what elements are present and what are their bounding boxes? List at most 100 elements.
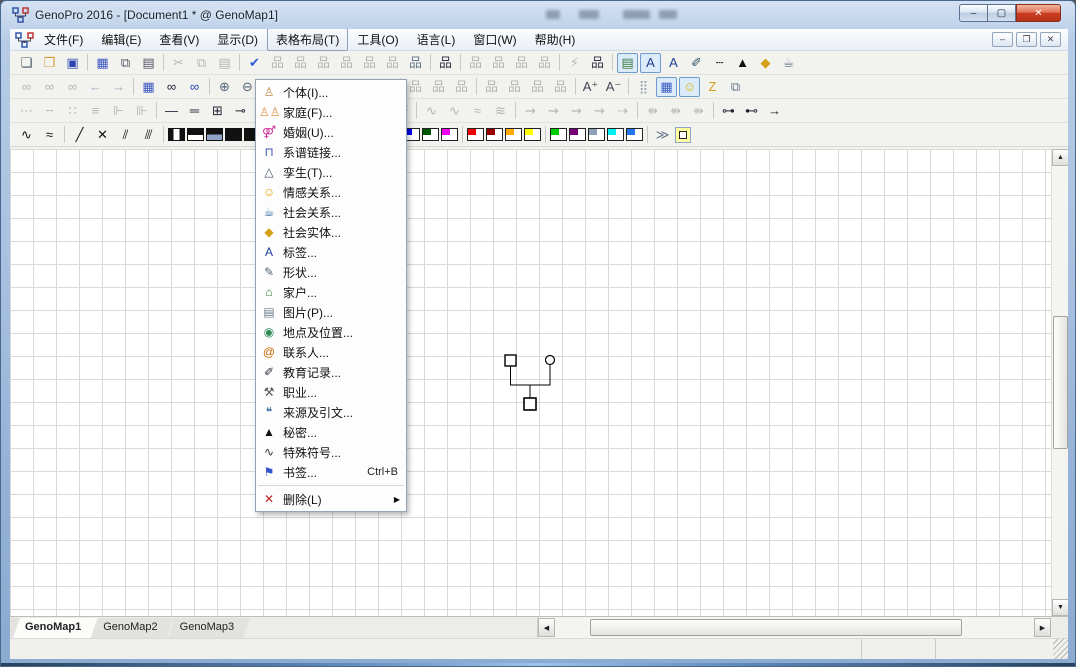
child-symbol[interactable] xyxy=(524,398,536,410)
menubar-item-edit[interactable]: 编辑(E) xyxy=(92,29,150,51)
border-fill-button[interactable] xyxy=(206,128,223,141)
menu-item-social-relation[interactable]: ☕社会关系... xyxy=(256,202,406,222)
color-dark-red-swatch[interactable] xyxy=(486,128,503,141)
open-button[interactable]: ❒ xyxy=(39,53,60,73)
rule-dcross-button[interactable]: ⫻ xyxy=(138,125,159,145)
dash-line-button[interactable]: ┄ xyxy=(709,53,730,73)
color-red-swatch[interactable] xyxy=(467,128,484,141)
label-plain-button[interactable]: A xyxy=(663,53,684,73)
mdi-restore-button[interactable]: ❐ xyxy=(1016,32,1037,47)
save-button[interactable]: ▣ xyxy=(62,53,83,73)
menu-item-social-entity[interactable]: ◆社会实体... xyxy=(256,222,406,242)
menu-item-emotional-relation[interactable]: ☺情感关系... xyxy=(256,182,406,202)
line-double-button[interactable]: ═ xyxy=(184,101,205,121)
color-yellow-swatch[interactable] xyxy=(524,128,541,141)
color-gray-swatch[interactable] xyxy=(588,128,605,141)
menu-item-shape[interactable]: ✎形状... xyxy=(256,262,406,282)
tab-genomap1[interactable]: GenoMap1 xyxy=(13,618,97,638)
menu-item-individual[interactable]: ♙个体(I)... xyxy=(256,82,406,102)
menu-item-contact[interactable]: @联系人... xyxy=(256,342,406,362)
spelling-button[interactable]: ✔ xyxy=(244,53,265,73)
insert-picture-button[interactable]: ▤ xyxy=(617,53,638,73)
mother-symbol[interactable] xyxy=(546,356,555,365)
print-button[interactable]: ▤ xyxy=(138,53,159,73)
more-arrows-button[interactable]: ≫ xyxy=(652,125,673,145)
line-node-button[interactable]: ⊸ xyxy=(230,101,251,121)
menubar-item-view[interactable]: 查看(V) xyxy=(150,29,208,51)
menubar-item-tools[interactable]: 工具(O) xyxy=(348,29,407,51)
menu-item-secret[interactable]: ▲秘密... xyxy=(256,422,406,442)
scroll-right-button[interactable]: ▶ xyxy=(1034,618,1051,637)
border-black-button[interactable] xyxy=(225,128,242,141)
find-replace-button[interactable]: ∞ xyxy=(184,77,205,97)
pedigree-select-button[interactable]: 品 xyxy=(405,53,426,73)
color-magenta-swatch[interactable] xyxy=(441,128,458,141)
secret-triangle-button[interactable]: ▲ xyxy=(732,53,753,73)
tab-genomap3[interactable]: GenoMap3 xyxy=(168,618,250,638)
line-thin-button[interactable]: — xyxy=(161,101,182,121)
arrow-plain-button[interactable]: → xyxy=(764,101,785,121)
line-grid-button[interactable]: ⊞ xyxy=(207,101,228,121)
scroll-left-button[interactable]: ◀ xyxy=(538,618,555,637)
menu-item-label[interactable]: A标签... xyxy=(256,242,406,262)
pedigree-wizard-button[interactable]: 品 xyxy=(435,53,456,73)
menubar-item-display[interactable]: 显示(D) xyxy=(208,29,267,51)
horizontal-scroll-thumb[interactable] xyxy=(590,619,962,636)
genomap-canvas[interactable] xyxy=(10,149,1051,616)
menubar-item-language[interactable]: 语言(L) xyxy=(408,29,465,51)
menu-item-occupation[interactable]: ⚒职业... xyxy=(256,382,406,402)
scroll-up-button[interactable]: ▲ xyxy=(1052,149,1068,166)
menu-item-special-symbol[interactable]: ∿特殊符号... xyxy=(256,442,406,462)
zoom-in-button[interactable]: ⊕ xyxy=(214,77,235,97)
color-amber-swatch[interactable] xyxy=(505,128,522,141)
border-vertical-button[interactable] xyxy=(168,128,185,141)
page-borders-button[interactable]: ▦ xyxy=(92,53,113,73)
rule-slash-button[interactable]: ╱ xyxy=(69,125,90,145)
border-horizontal-button[interactable] xyxy=(187,128,204,141)
nav-back-button[interactable]: ← xyxy=(85,77,106,97)
vertical-scrollbar[interactable]: ▲ ▼ xyxy=(1051,149,1068,616)
father-symbol[interactable] xyxy=(505,355,516,366)
arrow-dot-button[interactable]: ⊶ xyxy=(718,101,739,121)
label-boxed-button[interactable]: A xyxy=(640,53,661,73)
menu-item-marriage[interactable]: ⚤婚姻(U)... xyxy=(256,122,406,142)
scroll-down-button[interactable]: ▼ xyxy=(1052,599,1068,616)
grid-toggle-button[interactable]: ▦ xyxy=(656,77,677,97)
find-button[interactable]: ∞ xyxy=(161,77,182,97)
z-order-button[interactable]: Z xyxy=(702,77,723,97)
dot-grid-button[interactable]: ⣿ xyxy=(633,77,654,97)
menubar-item-window[interactable]: 窗口(W) xyxy=(464,29,525,51)
resize-grip[interactable] xyxy=(1053,639,1068,659)
menubar-item-help[interactable]: 帮助(H) xyxy=(526,29,585,51)
highlight-box-button[interactable] xyxy=(675,127,691,143)
pedigree-figure[interactable] xyxy=(10,149,1050,616)
menubar-item-file[interactable]: 文件(F) xyxy=(35,29,92,51)
font-increase-button[interactable]: A⁺ xyxy=(580,77,601,97)
menubar-item-table-layout[interactable]: 表格布局(T) xyxy=(267,29,348,51)
menu-item-household[interactable]: ⌂家户... xyxy=(256,282,406,302)
menu-item-source-citation[interactable]: ❝来源及引文... xyxy=(256,402,406,422)
curve-double-button[interactable]: ≈ xyxy=(39,125,60,145)
social-relation-button[interactable]: ☕ xyxy=(778,53,799,73)
color-cyan-swatch[interactable] xyxy=(607,128,624,141)
new-button[interactable]: ❏ xyxy=(16,53,37,73)
menu-item-family[interactable]: ♙♙家庭(F)... xyxy=(256,102,406,122)
family-link-lines[interactable] xyxy=(511,365,551,399)
minimize-button[interactable]: – xyxy=(959,4,988,22)
curve-single-button[interactable]: ∿ xyxy=(16,125,37,145)
color-blue-light-swatch[interactable] xyxy=(626,128,643,141)
social-entity-button[interactable]: ◆ xyxy=(755,53,776,73)
tab-genomap2[interactable]: GenoMap2 xyxy=(91,618,173,638)
color-green-swatch[interactable] xyxy=(550,128,567,141)
horizontal-scrollbar[interactable]: ◀ ▶ xyxy=(537,617,1051,638)
nav-forward-button[interactable]: → xyxy=(108,77,129,97)
menu-item-pedigree-link[interactable]: ⊓系谱链接... xyxy=(256,142,406,162)
mdi-minimize-button[interactable]: – xyxy=(992,32,1013,47)
maximize-button[interactable]: ▢ xyxy=(988,4,1016,22)
color-purple-swatch[interactable] xyxy=(569,128,586,141)
print-preview-button[interactable]: ⧉ xyxy=(115,53,136,73)
font-decrease-button[interactable]: A⁻ xyxy=(603,77,624,97)
close-button[interactable]: ✕ xyxy=(1016,4,1061,22)
table-button[interactable]: ▦ xyxy=(138,77,159,97)
menu-item-twins[interactable]: △孪生(T)... xyxy=(256,162,406,182)
